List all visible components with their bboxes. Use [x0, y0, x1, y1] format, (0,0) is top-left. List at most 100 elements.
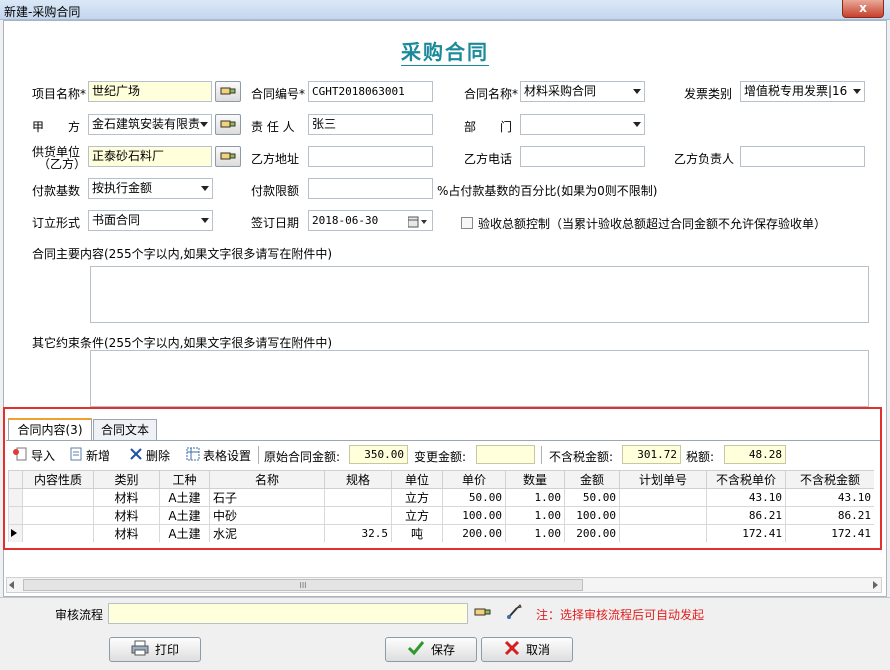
pick-hand-icon[interactable] — [474, 606, 492, 621]
table-cell[interactable]: A土建 — [159, 488, 210, 507]
calendar-icon[interactable] — [407, 215, 428, 230]
table-cell[interactable] — [22, 488, 94, 507]
table-cell[interactable]: 86.21 — [785, 506, 874, 525]
sign-form-select[interactable]: 书面合同 — [88, 210, 213, 231]
table-cell[interactable]: 43.10 — [785, 488, 874, 507]
supplier-pick-button[interactable] — [215, 146, 241, 167]
contract-no-field[interactable]: CGHT2018063001 — [308, 81, 433, 102]
party-a-select[interactable]: 金石建筑安装有限责 — [88, 114, 212, 135]
party-a-pick-button[interactable] — [215, 114, 241, 135]
row-header[interactable] — [8, 488, 23, 507]
table-cell[interactable] — [324, 506, 392, 525]
original-amount-field[interactable]: 350.00 — [349, 445, 408, 464]
project-pick-button[interactable] — [215, 81, 241, 102]
party-b-phone-label: 乙方电话 — [464, 152, 513, 166]
table-cell[interactable]: 100.00 — [442, 506, 506, 525]
column-header[interactable]: 数量 — [505, 470, 565, 489]
table-cell[interactable]: 172.41 — [706, 524, 786, 542]
table-cell[interactable]: 32.5 — [324, 524, 392, 542]
column-header[interactable]: 计划单号 — [619, 470, 707, 489]
column-header[interactable]: 不含税金额 — [785, 470, 874, 489]
invoice-type-select[interactable]: 增值税专用发票|16 — [740, 81, 865, 102]
table-cell[interactable]: 石子 — [209, 488, 325, 507]
brush-icon[interactable] — [505, 603, 523, 624]
table-row[interactable]: 材料 A土建 中砂 立方 100.00 1.00 100.00 86.21 86.21 — [8, 506, 874, 525]
table-cell[interactable]: 86.21 — [706, 506, 786, 525]
table-cell[interactable]: 立方 — [391, 506, 443, 525]
table-cell[interactable]: 1.00 — [505, 524, 565, 542]
other-terms-textarea[interactable] — [90, 350, 869, 407]
column-header[interactable]: 名称 — [209, 470, 325, 489]
table-cell[interactable] — [619, 524, 707, 542]
table-cell[interactable] — [619, 506, 707, 525]
table-cell[interactable]: 立方 — [391, 488, 443, 507]
save-button[interactable]: 保存 — [385, 637, 477, 662]
table-cell[interactable]: A土建 — [159, 524, 210, 542]
acceptance-control-checkbox[interactable] — [461, 217, 473, 229]
scroll-left-icon[interactable] — [9, 581, 14, 589]
tab-contract-text[interactable]: 合同文本 — [93, 419, 157, 441]
table-cell[interactable]: 材料 — [93, 524, 160, 542]
close-button[interactable]: x — [842, 0, 884, 18]
table-cell[interactable] — [22, 524, 94, 542]
table-cell[interactable]: 材料 — [93, 506, 160, 525]
cancel-button[interactable]: 取消 — [481, 637, 573, 662]
table-cell[interactable]: 1.00 — [505, 506, 565, 525]
workflow-field[interactable] — [108, 603, 468, 624]
table-cell[interactable]: 中砂 — [209, 506, 325, 525]
column-header[interactable]: 规格 — [324, 470, 392, 489]
items-table-container: 内容性质 类别 工种 名称 规格 单位 单价 数量 金额 计划单号 不含税单价 不含税金额 材料 A土建… — [8, 470, 874, 542]
table-cell[interactable]: 材料 — [93, 488, 160, 507]
change-amount-field[interactable] — [476, 445, 535, 464]
main-content-textarea[interactable] — [90, 266, 869, 323]
row-header[interactable] — [8, 506, 23, 525]
payment-limit-field[interactable] — [308, 178, 433, 199]
party-b-manager-field[interactable] — [740, 146, 865, 167]
table-cell[interactable] — [324, 488, 392, 507]
party-b-address-field[interactable] — [308, 146, 433, 167]
tab-contract-content[interactable]: 合同内容(3) — [8, 418, 92, 441]
payment-base-select[interactable]: 按执行金额 — [88, 178, 213, 199]
department-select[interactable] — [520, 114, 645, 135]
table-cell[interactable]: 172.41 — [785, 524, 874, 542]
table-settings-button[interactable]: 表格设置 — [186, 447, 251, 464]
table-cell[interactable]: 50.00 — [442, 488, 506, 507]
chevron-down-icon — [201, 218, 209, 223]
acceptance-control-label: 验收总额控制（当累计验收总额超过合同金额不允许保存验收单） — [478, 217, 827, 231]
column-header[interactable]: 类别 — [93, 470, 160, 489]
table-cell[interactable] — [619, 488, 707, 507]
table-cell[interactable]: 吨 — [391, 524, 443, 542]
horizontal-scrollbar[interactable]: III — [6, 577, 882, 593]
chevron-down-icon — [633, 122, 641, 127]
table-cell[interactable]: 200.00 — [442, 524, 506, 542]
table-cell[interactable]: A土建 — [159, 506, 210, 525]
scrollbar-thumb[interactable]: III — [23, 579, 583, 591]
column-header[interactable]: 工种 — [159, 470, 210, 489]
person-in-charge-field[interactable]: 张三 — [308, 114, 433, 135]
table-cell[interactable]: 1.00 — [505, 488, 565, 507]
table-cell[interactable]: 50.00 — [564, 488, 620, 507]
table-row[interactable]: 材料 A土建 石子 立方 50.00 1.00 50.00 43.10 43.10 — [8, 488, 874, 507]
party-b-phone-field[interactable] — [520, 146, 645, 167]
table-cell[interactable]: 200.00 — [564, 524, 620, 542]
delete-button[interactable]: 删除 — [129, 447, 170, 464]
table-cell[interactable]: 43.10 — [706, 488, 786, 507]
column-header[interactable]: 内容性质 — [22, 470, 94, 489]
column-header[interactable]: 不含税单价 — [706, 470, 786, 489]
table-cell[interactable]: 水泥 — [209, 524, 325, 542]
scroll-right-icon[interactable] — [873, 581, 878, 589]
table-cell[interactable]: 100.00 — [564, 506, 620, 525]
contract-name-select[interactable]: 材料采购合同 — [520, 81, 645, 102]
import-button[interactable]: 导入 — [12, 447, 55, 464]
table-cell[interactable] — [22, 506, 94, 525]
column-header[interactable]: 金额 — [564, 470, 620, 489]
project-name-field[interactable]: 世纪广场 — [88, 81, 212, 102]
sign-date-picker[interactable]: 2018-06-30 — [308, 210, 433, 231]
table-row[interactable]: 材料 A土建 水泥 32.5 吨 200.00 1.00 200.00 172.41 172.41 — [8, 524, 874, 542]
column-header[interactable]: 单位 — [391, 470, 443, 489]
add-button[interactable]: 新增 — [69, 447, 110, 464]
print-button[interactable]: 打印 — [109, 637, 201, 662]
row-pointer-icon[interactable] — [8, 524, 23, 542]
supplier-field[interactable]: 正泰砂石料厂 — [88, 146, 212, 167]
column-header[interactable]: 单价 — [442, 470, 506, 489]
